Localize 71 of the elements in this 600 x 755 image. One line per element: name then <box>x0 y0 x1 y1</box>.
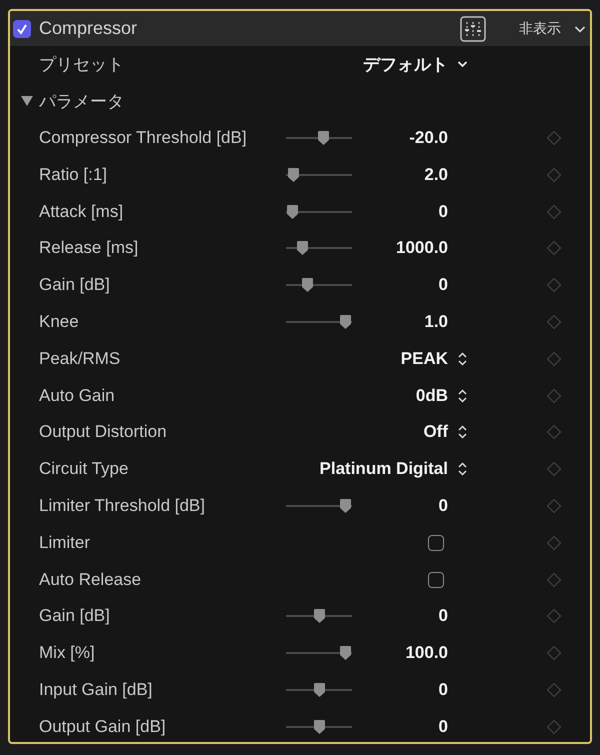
slider-thumb[interactable] <box>339 498 352 514</box>
parameter-label: Knee <box>39 312 80 332</box>
popup-value[interactable]: 0dB <box>416 386 448 406</box>
slider-thumb[interactable] <box>287 166 300 183</box>
value-text: 100.0 <box>405 643 448 664</box>
sliders-icon[interactable] <box>460 16 486 42</box>
slider[interactable] <box>286 202 352 221</box>
parameter-label: Auto Release <box>39 570 142 590</box>
value-text: 0 <box>438 680 448 700</box>
visibility-menu[interactable]: 非表示 <box>519 20 561 38</box>
parameter-label: Auto Gain <box>39 386 116 406</box>
section-label: パラメータ <box>39 90 125 113</box>
popup-value[interactable]: Platinum Digital <box>320 459 448 480</box>
value-text: 0 <box>438 275 448 296</box>
value-text: 0 <box>438 496 448 516</box>
preset-label: プリセット <box>39 54 125 76</box>
slider-thumb[interactable] <box>296 240 310 256</box>
disclosure-triangle-icon[interactable] <box>21 95 33 108</box>
value-text: 1.0 <box>424 312 448 332</box>
popup-value[interactable]: Off <box>423 422 448 442</box>
slider[interactable] <box>286 644 352 662</box>
slider-thumb[interactable] <box>317 130 330 146</box>
parameter-label: Limiter Threshold [dB] <box>39 496 206 516</box>
parameter-label: Attack [ms] <box>39 202 124 222</box>
slider[interactable] <box>286 718 352 736</box>
slider[interactable] <box>286 496 352 515</box>
stepper-chevron-icon[interactable] <box>457 388 468 404</box>
parameter-label: Output Distortion <box>39 422 168 442</box>
checkbox[interactable] <box>428 534 444 551</box>
parameter-label: Limiter <box>39 532 92 553</box>
slider-thumb[interactable] <box>286 204 299 220</box>
slider[interactable] <box>286 680 352 699</box>
slider[interactable] <box>286 312 352 331</box>
popup-value[interactable]: PEAK <box>400 348 448 369</box>
parameter-label: Release [ms] <box>39 238 140 258</box>
slider-thumb[interactable] <box>339 314 352 330</box>
value-text: 0 <box>438 202 448 222</box>
parameter-label: Circuit Type <box>39 459 130 480</box>
parameter-label: Compressor Threshold [dB] <box>39 128 248 148</box>
stepper-chevron-icon[interactable] <box>457 461 468 478</box>
checkbox[interactable] <box>428 572 444 588</box>
stepper-chevron-icon[interactable] <box>457 424 468 440</box>
slider-thumb[interactable] <box>300 277 314 294</box>
slider-thumb[interactable] <box>312 608 326 624</box>
slider[interactable] <box>286 239 352 258</box>
value-text: 0 <box>438 716 448 737</box>
chevron-down-icon[interactable] <box>457 59 468 70</box>
slider[interactable] <box>286 276 352 294</box>
parameter-label: Peak/RMS <box>39 348 122 369</box>
parameter-label: Input Gain [dB] <box>39 680 154 700</box>
parameter-label: Output Gain [dB] <box>39 716 167 737</box>
effect-title: Compressor <box>39 18 138 39</box>
parameter-label: Mix [%] <box>39 643 96 664</box>
parameter-label: Ratio [:1] <box>39 164 108 185</box>
slider[interactable] <box>286 128 352 147</box>
check-icon <box>16 22 28 34</box>
stepper-chevron-icon[interactable] <box>457 350 468 367</box>
enable-checkbox[interactable] <box>13 20 31 38</box>
slider-thumb[interactable] <box>339 645 352 662</box>
slider-thumb[interactable] <box>312 718 326 735</box>
slider-thumb[interactable] <box>312 682 326 698</box>
parameter-label: Gain [dB] <box>39 275 111 296</box>
value-text: -20.0 <box>409 128 448 148</box>
slider[interactable] <box>286 607 352 626</box>
chevron-down-icon[interactable] <box>574 24 586 34</box>
value-text: 0 <box>438 606 448 626</box>
slider[interactable] <box>286 166 352 184</box>
value-text: 2.0 <box>424 164 448 185</box>
parameter-label: Gain [dB] <box>39 606 111 626</box>
preset-menu[interactable]: デフォルト <box>363 52 448 76</box>
value-text: 1000.0 <box>396 238 448 258</box>
